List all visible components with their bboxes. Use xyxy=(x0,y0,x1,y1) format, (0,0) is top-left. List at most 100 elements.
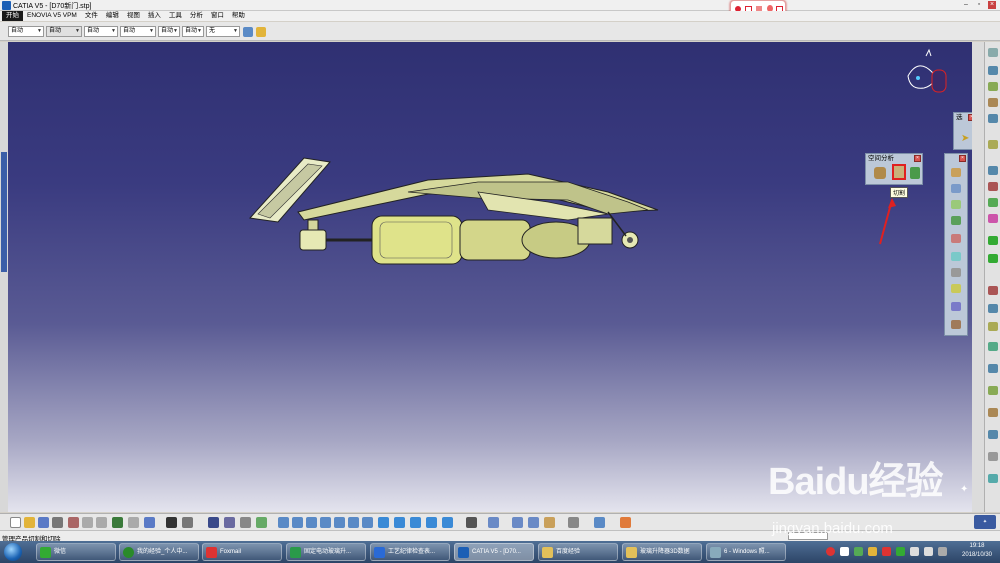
redo-icon[interactable] xyxy=(128,517,139,528)
tool-icon[interactable] xyxy=(951,252,961,261)
tool-icon[interactable] xyxy=(988,452,998,461)
menu-help[interactable]: 帮助 xyxy=(228,11,249,21)
menu-analysis[interactable]: 分析 xyxy=(186,11,207,21)
shading-icon[interactable] xyxy=(394,517,405,528)
tool-icon[interactable] xyxy=(988,98,998,107)
menu-tools[interactable]: 工具 xyxy=(165,11,186,21)
tray-icon[interactable] xyxy=(840,547,849,556)
tool-icon[interactable] xyxy=(988,364,998,373)
open-folder-icon[interactable] xyxy=(24,517,35,528)
tool-icon[interactable] xyxy=(988,386,998,395)
tool-icon[interactable] xyxy=(256,517,267,528)
catalog-icon[interactable] xyxy=(208,517,219,528)
flag-icon[interactable] xyxy=(938,547,947,556)
tool-icon[interactable] xyxy=(951,216,961,225)
point-combo[interactable]: 自动 ▼ xyxy=(158,26,180,37)
camera-icon[interactable] xyxy=(466,517,477,528)
zoom-out-icon[interactable] xyxy=(348,517,359,528)
fit-all-icon[interactable] xyxy=(292,517,303,528)
help-icon[interactable] xyxy=(144,517,155,528)
cut-icon[interactable] xyxy=(68,517,79,528)
zoom-in-icon[interactable] xyxy=(334,517,345,528)
save-icon[interactable] xyxy=(38,517,49,528)
layer-combo[interactable]: 自动 ▼ xyxy=(182,26,204,37)
tool-icon[interactable] xyxy=(988,48,998,57)
measure-icon[interactable] xyxy=(240,517,251,528)
explode-icon[interactable] xyxy=(528,517,539,528)
menu-file[interactable]: 文件 xyxy=(81,11,102,21)
color-combo[interactable]: 自动 ▼ xyxy=(8,26,44,37)
manipulate-icon[interactable] xyxy=(488,517,499,528)
hide-show-icon[interactable] xyxy=(410,517,421,528)
tool-icon[interactable] xyxy=(988,430,998,439)
menu-insert[interactable]: 插入 xyxy=(144,11,165,21)
volume-icon[interactable] xyxy=(924,547,933,556)
tool-icon[interactable] xyxy=(988,304,998,313)
taskbar-item-wechat[interactable]: 微信 xyxy=(36,543,116,561)
snap-icon[interactable] xyxy=(512,517,523,528)
publish-icon[interactable] xyxy=(594,517,605,528)
tool-icon[interactable] xyxy=(951,200,961,209)
print-icon[interactable] xyxy=(52,517,63,528)
tool-icon[interactable] xyxy=(951,184,961,193)
tool-icon[interactable] xyxy=(951,168,961,177)
network-icon[interactable] xyxy=(910,547,919,556)
taskbar-item-photos[interactable]: 6 - Windows 照... xyxy=(706,543,786,561)
normal-view-icon[interactable] xyxy=(362,517,373,528)
link-icon[interactable] xyxy=(568,517,579,528)
tool-icon[interactable] xyxy=(988,114,998,123)
tray-icon[interactable] xyxy=(882,547,891,556)
compass-icon[interactable] xyxy=(907,48,947,93)
copy-icon[interactable] xyxy=(82,517,93,528)
tool-icon[interactable] xyxy=(988,254,998,263)
tool-icon[interactable] xyxy=(988,182,998,191)
tool-icon[interactable] xyxy=(988,198,998,207)
taskbar-item-folder-jingyan[interactable]: 百度经验 xyxy=(538,543,618,561)
linewidth-combo[interactable]: 自动 ▼ xyxy=(84,26,118,37)
menu-view[interactable]: 视图 xyxy=(123,11,144,21)
taskbar-item-doc[interactable]: 工艺纪律检查表... xyxy=(370,543,450,561)
close-icon[interactable]: × xyxy=(959,155,966,162)
tray-icon[interactable] xyxy=(896,547,905,556)
minimize-button[interactable]: – xyxy=(962,1,970,9)
tool-icon[interactable] xyxy=(951,320,961,329)
comment-icon[interactable] xyxy=(182,517,193,528)
pan-icon[interactable] xyxy=(306,517,317,528)
close-button[interactable]: × xyxy=(988,1,996,9)
tool-icon[interactable] xyxy=(988,236,998,245)
fly-mode-icon[interactable] xyxy=(278,517,289,528)
clash-icon[interactable] xyxy=(874,167,886,179)
taskbar-item-folder-3d[interactable]: 玻璃升降器3D数据 xyxy=(622,543,702,561)
rendering-combo[interactable]: 无 ▼ xyxy=(206,26,240,37)
lift-arm-part[interactable] xyxy=(297,173,659,221)
taskbar-item-catia[interactable]: CATIA V5 - [D70... xyxy=(454,543,534,561)
swap-space-icon[interactable] xyxy=(426,517,437,528)
menu-edit[interactable]: 编辑 xyxy=(102,11,123,21)
tray-icon[interactable] xyxy=(854,547,863,556)
windows-start-icon[interactable] xyxy=(4,543,22,561)
tool-icon[interactable] xyxy=(988,214,998,223)
connector-part[interactable] xyxy=(299,219,372,251)
transparency-combo[interactable]: 自动 ▼ xyxy=(46,26,82,37)
taskbar-item-sheet[interactable]: 固定电动玻璃升... xyxy=(286,543,366,561)
grid-icon[interactable] xyxy=(620,517,631,528)
lock-icon[interactable] xyxy=(544,517,555,528)
view-icon[interactable] xyxy=(442,517,453,528)
tool-icon[interactable] xyxy=(988,82,998,91)
paste-icon[interactable] xyxy=(96,517,107,528)
select-arrow-icon[interactable]: ➤ xyxy=(961,133,969,144)
tool-icon[interactable] xyxy=(988,166,998,175)
linetype-combo[interactable]: 自动 ▼ xyxy=(120,26,156,37)
taskbar-item-jingyan[interactable]: 我的经验_个人中... xyxy=(119,543,199,561)
taskbar-item-foxmail[interactable]: Foxmail xyxy=(202,543,282,561)
tool-icon[interactable] xyxy=(988,342,998,351)
tool-icon[interactable] xyxy=(951,268,961,277)
menu-window[interactable]: 窗口 xyxy=(207,11,228,21)
tool-icon[interactable] xyxy=(951,284,961,293)
undo-icon[interactable] xyxy=(112,517,123,528)
distance-icon[interactable] xyxy=(910,167,920,179)
tool-icon[interactable] xyxy=(988,286,998,295)
new-file-icon[interactable] xyxy=(10,517,21,528)
tool-icon[interactable] xyxy=(988,322,998,331)
painter-icon[interactable] xyxy=(256,27,266,37)
